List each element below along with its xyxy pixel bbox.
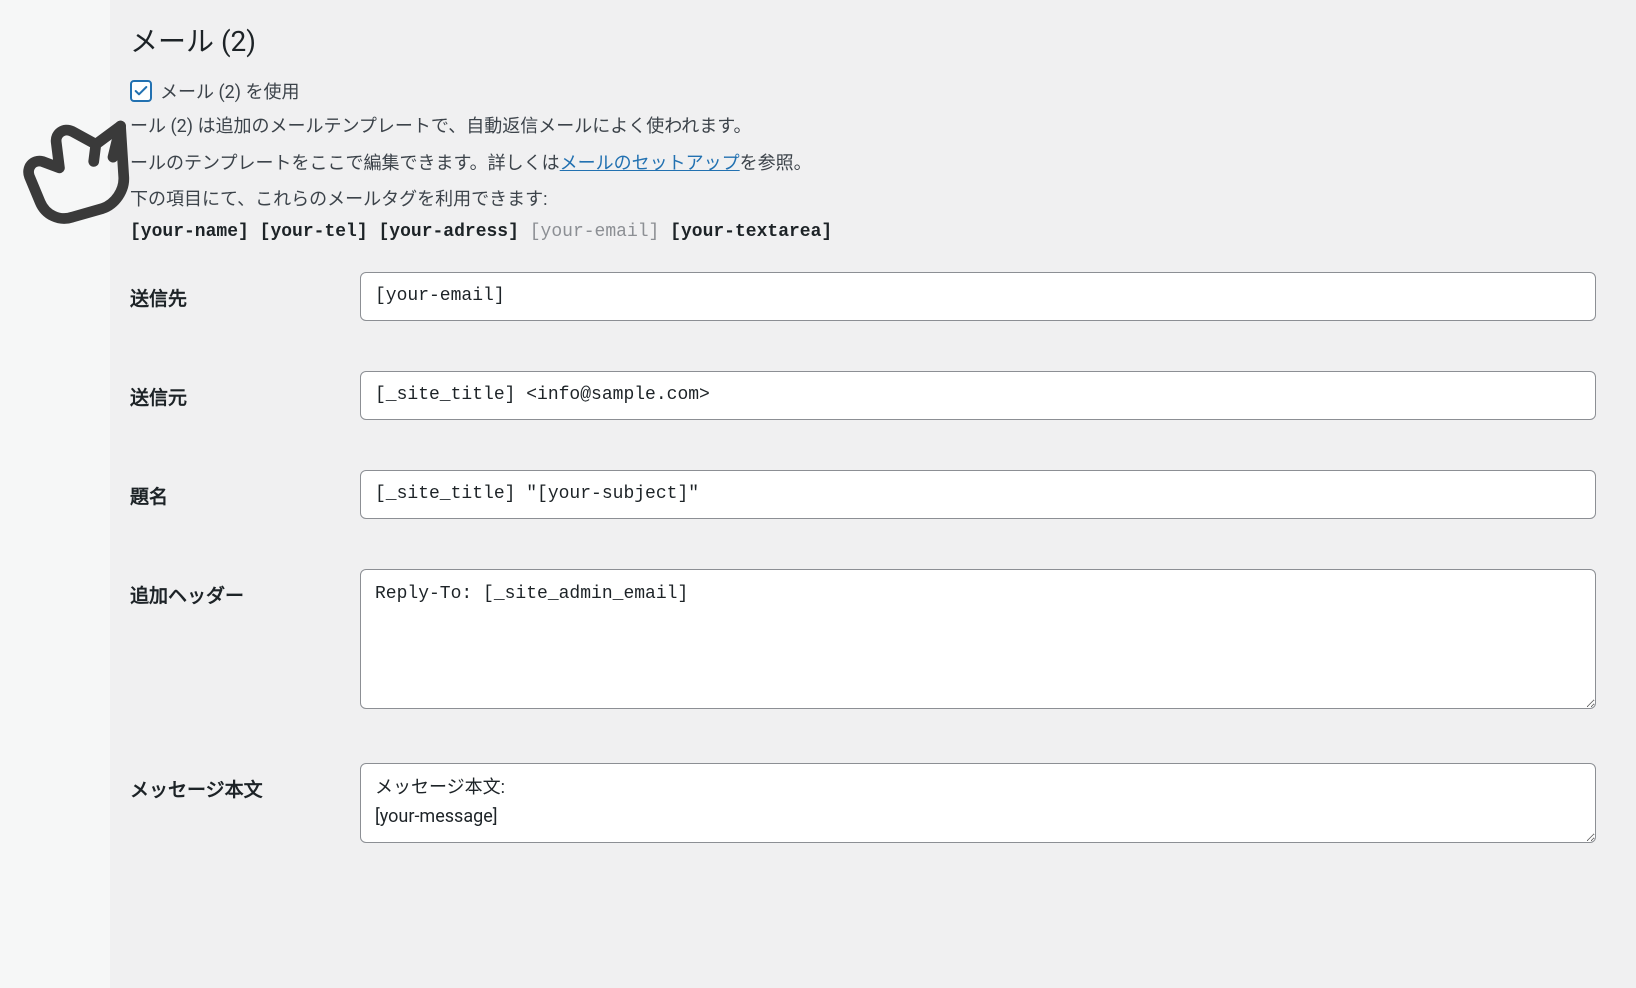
pointer-hand-icon: [18, 110, 148, 260]
input-wrapper-from: [360, 371, 1616, 420]
checkmark-icon: [133, 83, 149, 99]
mail-settings-panel: メール (2) メール (2) を使用 ール (2) は追加のメールテンプレート…: [0, 0, 1636, 917]
label-subject: 題名: [130, 470, 360, 509]
input-subject[interactable]: [360, 470, 1596, 519]
use-mail2-checkbox[interactable]: [130, 80, 152, 102]
description-template-edit: ールのテンプレートをここで編集できます。詳しくはメールのセットアップを参照。: [130, 149, 1616, 180]
label-body: メッセージ本文: [130, 763, 360, 802]
row-to: 送信先: [130, 272, 1616, 321]
input-wrapper-body: [360, 763, 1616, 847]
mail-tag-your-name: [your-name]: [130, 222, 249, 242]
row-body: メッセージ本文: [130, 763, 1616, 847]
description-template-suffix: を参照。: [740, 153, 812, 174]
mail-tag-your-textarea: [your-textarea]: [670, 222, 832, 242]
mail-tag-your-adress: [your-adress]: [378, 222, 518, 242]
mail-tag-your-email: [your-email]: [530, 222, 660, 242]
section-title: メール (2): [130, 20, 1616, 60]
label-from: 送信元: [130, 371, 360, 410]
textarea-body[interactable]: [360, 763, 1596, 843]
label-headers: 追加ヘッダー: [130, 569, 360, 608]
input-wrapper-subject: [360, 470, 1616, 519]
row-headers: 追加ヘッダー: [130, 569, 1616, 713]
description-template-prefix: ールのテンプレートをここで編集できます。詳しくは: [130, 153, 560, 174]
description-mail-tags-intro: 下の項目にて、これらのメールタグを利用できます:: [130, 185, 1616, 216]
row-from: 送信元: [130, 371, 1616, 420]
description-auto-reply: ール (2) は追加のメールテンプレートで、自動返信メールによく使われます。: [130, 112, 1616, 143]
label-to: 送信先: [130, 272, 360, 311]
mail-setup-link[interactable]: メールのセットアップ: [560, 153, 740, 174]
input-wrapper-to: [360, 272, 1616, 321]
available-mail-tags: [your-name] [your-tel] [your-adress] [yo…: [130, 222, 1616, 242]
input-from[interactable]: [360, 371, 1596, 420]
mail-tag-your-tel: [your-tel]: [260, 222, 368, 242]
input-to[interactable]: [360, 272, 1596, 321]
use-mail2-checkbox-row: メール (2) を使用: [130, 78, 1616, 104]
use-mail2-checkbox-label[interactable]: メール (2) を使用: [160, 78, 299, 104]
input-wrapper-headers: [360, 569, 1616, 713]
description-auto-reply-text: ール (2) は追加のメールテンプレートで、自動返信メールによく使われます。: [130, 116, 752, 137]
row-subject: 題名: [130, 470, 1616, 519]
textarea-headers[interactable]: [360, 569, 1596, 709]
